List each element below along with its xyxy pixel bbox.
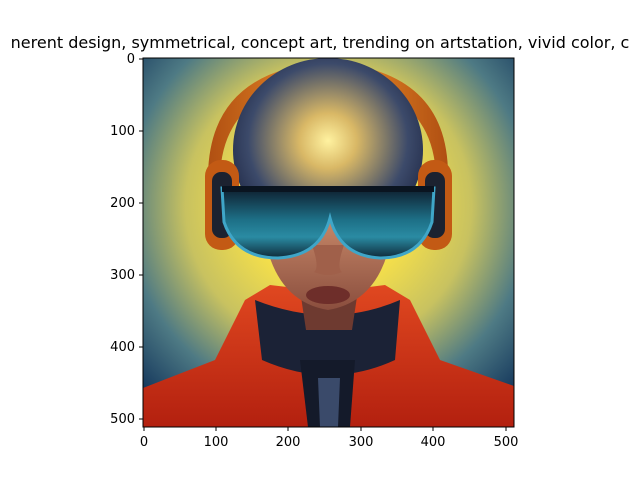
y-axis: 0 100 200 300 400 500 <box>110 52 143 427</box>
x-tick-label: 200 <box>276 435 301 450</box>
x-tick-label: 500 <box>494 435 519 450</box>
necktie <box>318 378 340 427</box>
x-tick-label: 0 <box>140 435 148 450</box>
x-axis: 0 100 200 300 400 500 <box>140 427 519 450</box>
figure: 0 100 200 300 400 500 0 100 200 300 400 … <box>110 52 519 450</box>
y-tick-label: 100 <box>110 124 135 139</box>
x-tick-label: 300 <box>349 435 374 450</box>
x-tick-label: 100 <box>204 435 229 450</box>
x-tick-label: 400 <box>421 435 446 450</box>
portrait-image <box>143 58 514 427</box>
y-tick-label: 0 <box>127 52 135 67</box>
y-tick-label: 300 <box>110 268 135 283</box>
visor-top-bar <box>222 186 434 192</box>
lips <box>306 286 350 304</box>
y-tick-label: 400 <box>110 340 135 355</box>
y-tick-label: 200 <box>110 196 135 211</box>
y-tick-label: 500 <box>110 412 135 427</box>
nose <box>312 245 344 275</box>
